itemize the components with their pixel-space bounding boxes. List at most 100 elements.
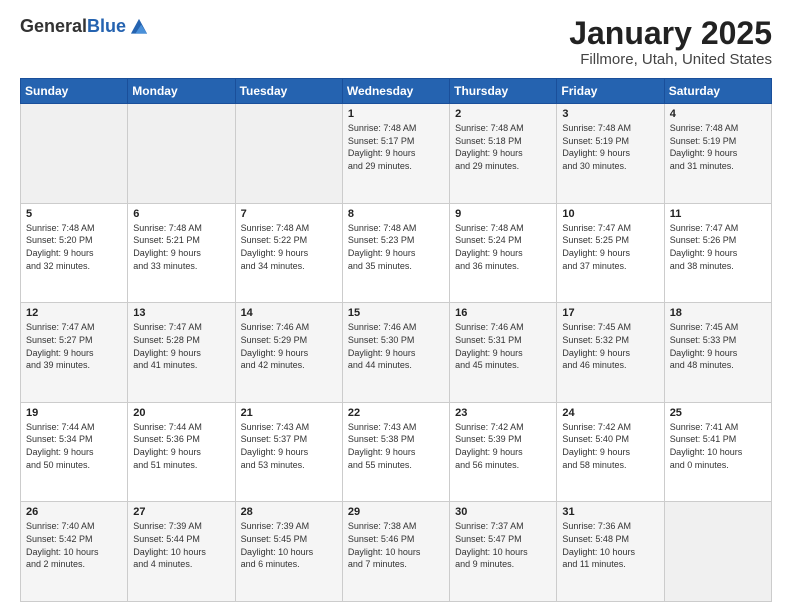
calendar-cell: 16 Sunrise: 7:46 AM Sunset: 5:31 PM Dayli… <box>450 303 557 403</box>
calendar-body: 1 Sunrise: 7:48 AM Sunset: 5:17 PM Daylig… <box>21 104 772 602</box>
calendar-cell: 20 Sunrise: 7:44 AM Sunset: 5:36 PM Dayli… <box>128 402 235 502</box>
day-info: Sunrise: 7:42 AM Sunset: 5:40 PM Dayligh… <box>562 421 658 471</box>
calendar-cell: 18 Sunrise: 7:45 AM Sunset: 5:33 PM Dayli… <box>664 303 771 403</box>
day-info: Sunrise: 7:44 AM Sunset: 5:34 PM Dayligh… <box>26 421 122 471</box>
day-number: 31 <box>562 506 658 518</box>
day-info: Sunrise: 7:45 AM Sunset: 5:33 PM Dayligh… <box>670 321 766 371</box>
calendar-header-row: Sunday Monday Tuesday Wednesday Thursday… <box>21 79 772 104</box>
calendar-cell: 27 Sunrise: 7:39 AM Sunset: 5:44 PM Dayli… <box>128 502 235 602</box>
day-number: 15 <box>348 307 444 319</box>
calendar-cell: 14 Sunrise: 7:46 AM Sunset: 5:29 PM Dayli… <box>235 303 342 403</box>
day-number: 19 <box>26 407 122 419</box>
day-number: 21 <box>241 407 337 419</box>
calendar-cell: 7 Sunrise: 7:48 AM Sunset: 5:22 PM Daylig… <box>235 203 342 303</box>
day-number: 8 <box>348 208 444 220</box>
day-number: 14 <box>241 307 337 319</box>
day-number: 10 <box>562 208 658 220</box>
day-number: 24 <box>562 407 658 419</box>
logo: GeneralBlue <box>20 16 150 38</box>
day-number: 4 <box>670 108 766 120</box>
day-info: Sunrise: 7:48 AM Sunset: 5:18 PM Dayligh… <box>455 122 551 172</box>
calendar-cell: 21Sunrise: 7:43 AM Sunset: 5:37 PM Dayli… <box>235 402 342 502</box>
calendar-cell: 29 Sunrise: 7:38 AM Sunset: 5:46 PM Dayli… <box>342 502 449 602</box>
day-info: Sunrise: 7:47 AM Sunset: 5:27 PM Dayligh… <box>26 321 122 371</box>
day-number: 27 <box>133 506 229 518</box>
day-info: Sunrise: 7:47 AM Sunset: 5:28 PM Dayligh… <box>133 321 229 371</box>
day-info: Sunrise: 7:46 AM Sunset: 5:31 PM Dayligh… <box>455 321 551 371</box>
calendar-week-1: 1 Sunrise: 7:48 AM Sunset: 5:17 PM Daylig… <box>21 104 772 204</box>
calendar-week-5: 26Sunrise: 7:40 AM Sunset: 5:42 PM Dayli… <box>21 502 772 602</box>
day-number: 12 <box>26 307 122 319</box>
day-number: 20 <box>133 407 229 419</box>
day-info: Sunrise: 7:41 AM Sunset: 5:41 PM Dayligh… <box>670 421 766 471</box>
calendar-cell: 28 Sunrise: 7:39 AM Sunset: 5:45 PM Dayli… <box>235 502 342 602</box>
day-info: Sunrise: 7:48 AM Sunset: 5:20 PM Dayligh… <box>26 222 122 272</box>
calendar-cell: 8 Sunrise: 7:48 AM Sunset: 5:23 PM Daylig… <box>342 203 449 303</box>
calendar-cell <box>664 502 771 602</box>
logo-general: GeneralBlue <box>20 17 126 37</box>
calendar-cell: 31Sunrise: 7:36 AM Sunset: 5:48 PM Dayli… <box>557 502 664 602</box>
calendar-cell: 11Sunrise: 7:47 AM Sunset: 5:26 PM Dayli… <box>664 203 771 303</box>
calendar-cell: 4 Sunrise: 7:48 AM Sunset: 5:19 PM Daylig… <box>664 104 771 204</box>
col-saturday: Saturday <box>664 79 771 104</box>
day-info: Sunrise: 7:42 AM Sunset: 5:39 PM Dayligh… <box>455 421 551 471</box>
day-info: Sunrise: 7:48 AM Sunset: 5:21 PM Dayligh… <box>133 222 229 272</box>
calendar-cell: 3Sunrise: 7:48 AM Sunset: 5:19 PM Daylig… <box>557 104 664 204</box>
day-info: Sunrise: 7:48 AM Sunset: 5:24 PM Dayligh… <box>455 222 551 272</box>
day-info: Sunrise: 7:48 AM Sunset: 5:22 PM Dayligh… <box>241 222 337 272</box>
day-info: Sunrise: 7:48 AM Sunset: 5:19 PM Dayligh… <box>670 122 766 172</box>
day-number: 28 <box>241 506 337 518</box>
col-friday: Friday <box>557 79 664 104</box>
page-title: January 2025 <box>569 16 772 51</box>
day-number: 7 <box>241 208 337 220</box>
day-info: Sunrise: 7:39 AM Sunset: 5:45 PM Dayligh… <box>241 520 337 570</box>
calendar-cell <box>235 104 342 204</box>
day-number: 23 <box>455 407 551 419</box>
day-info: Sunrise: 7:38 AM Sunset: 5:46 PM Dayligh… <box>348 520 444 570</box>
calendar-cell: 22Sunrise: 7:43 AM Sunset: 5:38 PM Dayli… <box>342 402 449 502</box>
day-number: 16 <box>455 307 551 319</box>
title-block: January 2025 Fillmore, Utah, United Stat… <box>569 16 772 68</box>
calendar-week-3: 12 Sunrise: 7:47 AM Sunset: 5:27 PM Dayli… <box>21 303 772 403</box>
day-info: Sunrise: 7:47 AM Sunset: 5:25 PM Dayligh… <box>562 222 658 272</box>
calendar-cell <box>128 104 235 204</box>
day-number: 18 <box>670 307 766 319</box>
day-info: Sunrise: 7:48 AM Sunset: 5:19 PM Dayligh… <box>562 122 658 172</box>
day-number: 22 <box>348 407 444 419</box>
col-monday: Monday <box>128 79 235 104</box>
calendar-cell: 6 Sunrise: 7:48 AM Sunset: 5:21 PM Daylig… <box>128 203 235 303</box>
calendar-cell: 23 Sunrise: 7:42 AM Sunset: 5:39 PM Dayli… <box>450 402 557 502</box>
calendar-cell <box>21 104 128 204</box>
day-number: 29 <box>348 506 444 518</box>
calendar-cell: 25Sunrise: 7:41 AM Sunset: 5:41 PM Dayli… <box>664 402 771 502</box>
day-info: Sunrise: 7:46 AM Sunset: 5:29 PM Dayligh… <box>241 321 337 371</box>
calendar-cell: 5 Sunrise: 7:48 AM Sunset: 5:20 PM Daylig… <box>21 203 128 303</box>
day-number: 6 <box>133 208 229 220</box>
day-number: 5 <box>26 208 122 220</box>
calendar-cell: 9 Sunrise: 7:48 AM Sunset: 5:24 PM Daylig… <box>450 203 557 303</box>
col-tuesday: Tuesday <box>235 79 342 104</box>
calendar-cell: 24 Sunrise: 7:42 AM Sunset: 5:40 PM Dayli… <box>557 402 664 502</box>
calendar-cell: 30 Sunrise: 7:37 AM Sunset: 5:47 PM Dayli… <box>450 502 557 602</box>
day-info: Sunrise: 7:48 AM Sunset: 5:23 PM Dayligh… <box>348 222 444 272</box>
day-number: 1 <box>348 108 444 120</box>
day-info: Sunrise: 7:45 AM Sunset: 5:32 PM Dayligh… <box>562 321 658 371</box>
calendar-cell: 10 Sunrise: 7:47 AM Sunset: 5:25 PM Dayli… <box>557 203 664 303</box>
calendar-cell: 2 Sunrise: 7:48 AM Sunset: 5:18 PM Daylig… <box>450 104 557 204</box>
col-sunday: Sunday <box>21 79 128 104</box>
day-info: Sunrise: 7:44 AM Sunset: 5:36 PM Dayligh… <box>133 421 229 471</box>
day-number: 9 <box>455 208 551 220</box>
calendar-week-4: 19 Sunrise: 7:44 AM Sunset: 5:34 PM Dayli… <box>21 402 772 502</box>
day-info: Sunrise: 7:39 AM Sunset: 5:44 PM Dayligh… <box>133 520 229 570</box>
col-thursday: Thursday <box>450 79 557 104</box>
day-number: 30 <box>455 506 551 518</box>
day-number: 11 <box>670 208 766 220</box>
calendar-cell: 26Sunrise: 7:40 AM Sunset: 5:42 PM Dayli… <box>21 502 128 602</box>
day-info: Sunrise: 7:40 AM Sunset: 5:42 PM Dayligh… <box>26 520 122 570</box>
day-number: 2 <box>455 108 551 120</box>
calendar-cell: 1 Sunrise: 7:48 AM Sunset: 5:17 PM Daylig… <box>342 104 449 204</box>
day-info: Sunrise: 7:37 AM Sunset: 5:47 PM Dayligh… <box>455 520 551 570</box>
calendar-cell: 15Sunrise: 7:46 AM Sunset: 5:30 PM Dayli… <box>342 303 449 403</box>
day-info: Sunrise: 7:48 AM Sunset: 5:17 PM Dayligh… <box>348 122 444 172</box>
col-wednesday: Wednesday <box>342 79 449 104</box>
